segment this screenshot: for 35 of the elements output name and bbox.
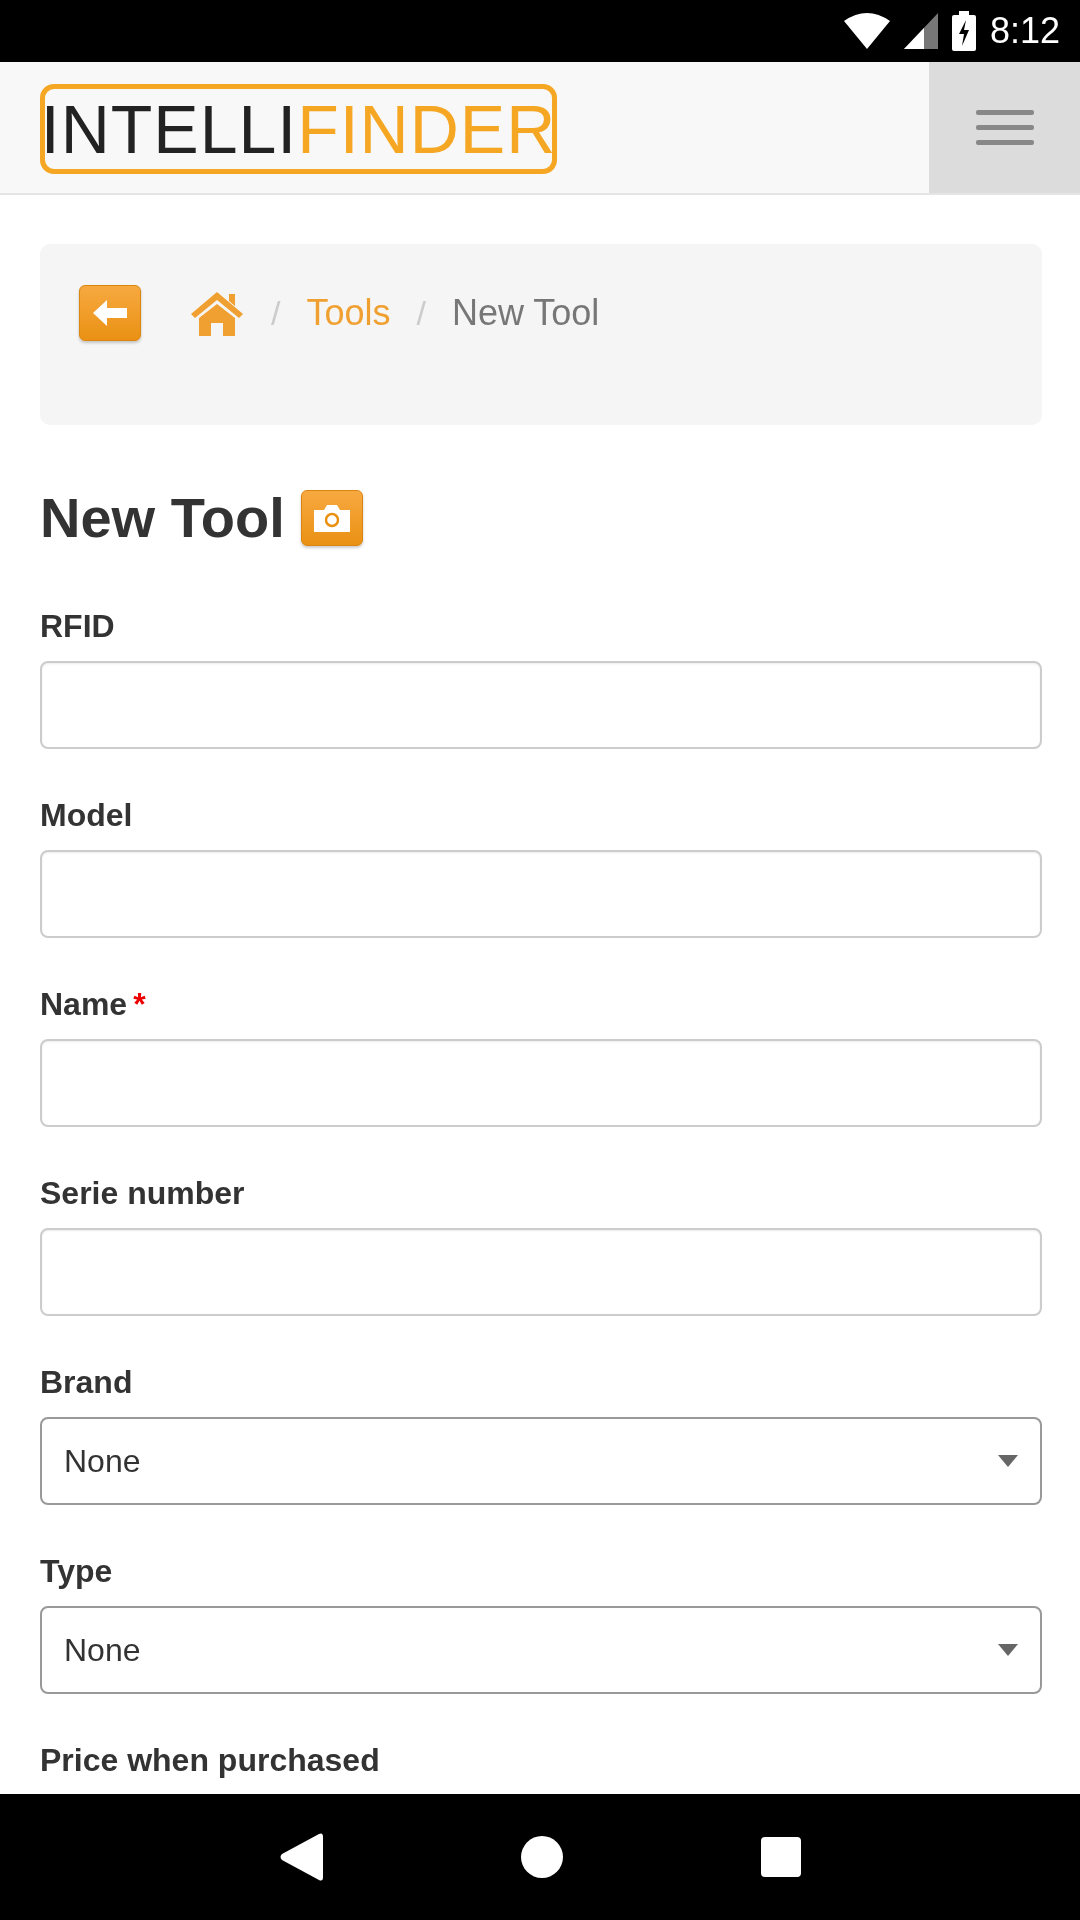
field-label: Model xyxy=(40,795,133,834)
field-label: Serie number xyxy=(40,1173,245,1212)
menu-button[interactable] xyxy=(929,62,1080,193)
required-marker: * xyxy=(133,984,146,1023)
battery-icon xyxy=(951,11,976,51)
home-icon[interactable] xyxy=(189,290,245,336)
logo[interactable]: INTELLIFINDER xyxy=(40,84,557,174)
caret-icon xyxy=(998,1643,1018,1656)
caret-icon xyxy=(998,1454,1018,1467)
field-label: Type xyxy=(40,1551,113,1590)
recents-nav-icon[interactable] xyxy=(761,1837,802,1877)
dropdown[interactable]: None xyxy=(40,1605,1042,1694)
back-nav-icon[interactable] xyxy=(278,1832,323,1882)
clock-time: 8:12 xyxy=(989,9,1060,53)
back-button[interactable] xyxy=(79,285,141,341)
text-field[interactable] xyxy=(40,1227,1042,1316)
text-field[interactable] xyxy=(40,849,1042,938)
menu-icon xyxy=(975,109,1034,146)
signal-icon xyxy=(903,13,938,49)
field-label: Price when purchased xyxy=(40,1740,380,1779)
field-label: Brand xyxy=(40,1362,133,1401)
field-label: Name xyxy=(40,984,128,1023)
text-field[interactable] xyxy=(40,660,1042,749)
home-nav-icon[interactable] xyxy=(520,1835,564,1879)
breadcrumb-current: New Tool xyxy=(451,291,600,335)
dropdown[interactable]: None xyxy=(40,1416,1042,1505)
wifi-icon xyxy=(843,13,890,49)
camera-button[interactable] xyxy=(300,489,363,546)
arrow-left-icon xyxy=(93,300,127,326)
text-field[interactable] xyxy=(40,1038,1042,1127)
page-title: New Tool xyxy=(40,487,285,549)
camera-icon xyxy=(313,503,350,532)
breadcrumb-separator: / xyxy=(271,293,281,334)
field-label: RFID xyxy=(40,606,115,645)
breadcrumb-separator: / xyxy=(416,293,426,334)
